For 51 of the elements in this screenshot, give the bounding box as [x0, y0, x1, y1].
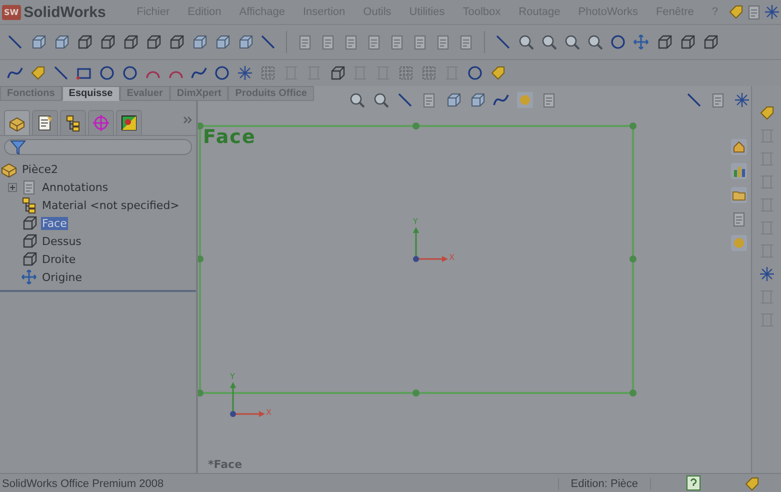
- zoom-icon[interactable]: [348, 91, 366, 109]
- library-icon[interactable]: [730, 162, 748, 180]
- line-tool-icon[interactable]: [52, 64, 70, 82]
- command-tab[interactable]: Esquisse: [62, 86, 120, 101]
- filter-icon: [9, 138, 27, 156]
- logo-badge: SW: [2, 4, 21, 20]
- tree-item[interactable]: Face: [41, 216, 68, 230]
- zoom-out-icon[interactable]: [586, 33, 604, 51]
- pan-icon[interactable]: [632, 33, 650, 51]
- axis-label: X: [266, 408, 272, 417]
- tree-item[interactable]: Origine: [41, 270, 84, 284]
- ellipse-tool-icon[interactable]: [213, 64, 231, 82]
- property-icon: [36, 114, 54, 132]
- zoom-in-icon[interactable]: [563, 33, 581, 51]
- panel-tab[interactable]: [60, 110, 86, 135]
- menu-item[interactable]: ?: [702, 6, 727, 18]
- sketch-label: Face: [203, 126, 256, 148]
- circle-tool-icon[interactable]: [121, 64, 139, 82]
- tag-icon[interactable]: [743, 475, 761, 492]
- home-icon[interactable]: [730, 138, 748, 156]
- expand-toggle[interactable]: [8, 182, 17, 192]
- tree-item[interactable]: Annotations: [41, 180, 110, 194]
- axis-label: Y: [230, 372, 235, 381]
- axis-triad: [230, 382, 265, 417]
- zoom-area-icon[interactable]: [372, 91, 390, 109]
- zoom-area-icon[interactable]: [540, 33, 558, 51]
- point-tool-icon[interactable]: [236, 64, 254, 82]
- status-text: SolidWorks Office Premium 2008: [1, 478, 164, 490]
- tree-item[interactable]: Dessus: [41, 234, 82, 248]
- axis-label: Y: [413, 217, 418, 226]
- folder-icon[interactable]: [730, 186, 748, 204]
- configuration-icon: [64, 114, 82, 132]
- panel-tab[interactable]: [32, 110, 58, 135]
- grid-icon[interactable]: [259, 64, 277, 82]
- list-icon: [20, 196, 38, 214]
- more-tabs-icon[interactable]: [183, 116, 192, 124]
- filter-field[interactable]: [4, 139, 192, 155]
- dimxpert-icon: [92, 114, 110, 132]
- display-icon: [120, 114, 138, 132]
- tree-item[interactable]: Droite: [41, 252, 77, 266]
- axis-triad: [413, 227, 448, 262]
- axis-label: X: [449, 253, 454, 262]
- origin-icon: [20, 268, 38, 286]
- status-mode: Edition: Pièce: [558, 478, 651, 490]
- tree-item[interactable]: Material <not specified>: [41, 198, 180, 212]
- tree-root[interactable]: Pièce2: [21, 162, 60, 176]
- zoom-icon[interactable]: [517, 33, 535, 51]
- help-icon[interactable]: [685, 475, 703, 492]
- panel-tab[interactable]: [116, 110, 142, 135]
- view-name: *Face: [208, 458, 242, 471]
- app-logo: SolidWorks: [24, 4, 106, 20]
